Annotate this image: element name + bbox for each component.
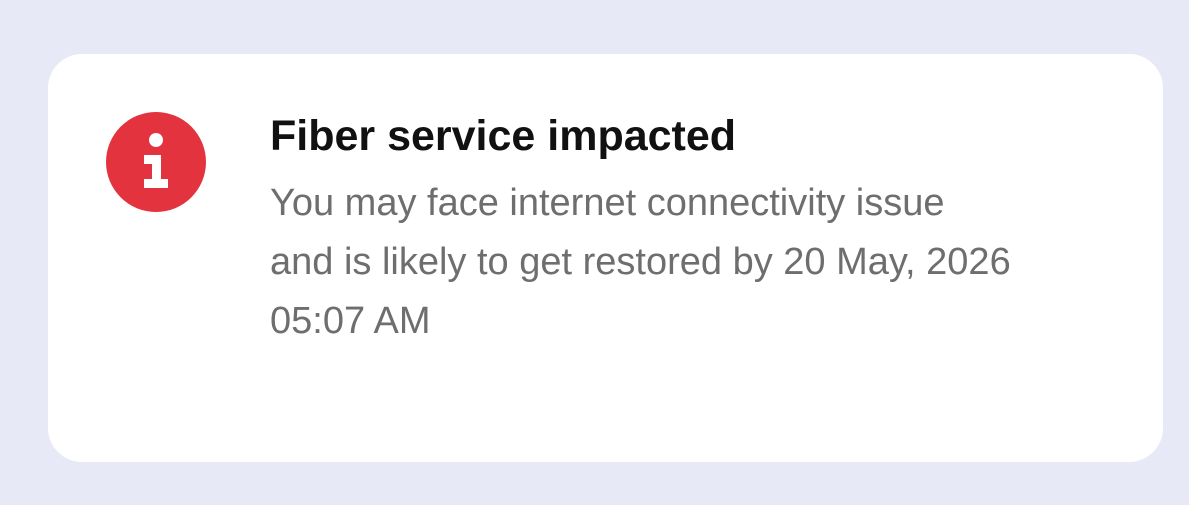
alert-content: Fiber service impacted You may face inte…: [270, 110, 1130, 351]
alert-title: Fiber service impacted: [270, 112, 737, 160]
service-alert-card[interactable]: Fiber service impacted You may face inte…: [48, 54, 1163, 462]
info-icon-graphic: [106, 112, 206, 212]
info-icon: [106, 112, 206, 212]
alert-message: You may face internet connectivity issue…: [270, 182, 1011, 342]
page-background: Fiber service impacted You may face inte…: [0, 0, 1189, 505]
